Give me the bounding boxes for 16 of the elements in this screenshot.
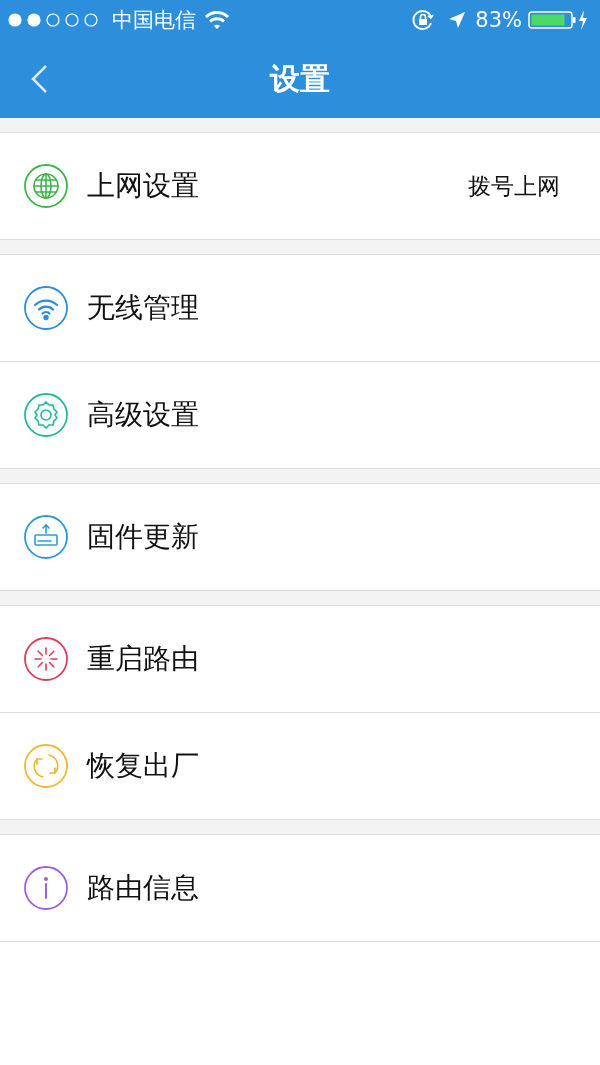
location-arrow-icon (447, 10, 468, 30)
rotation-lock-icon (411, 8, 436, 32)
row-label: 路由信息 (87, 870, 199, 906)
row-label: 固件更新 (87, 519, 199, 555)
row-label: 高级设置 (87, 397, 199, 433)
battery-charging-icon (528, 9, 590, 31)
wifi-icon (204, 10, 230, 30)
row-label: 无线管理 (87, 290, 199, 326)
row-label: 上网设置 (87, 168, 199, 204)
battery-percentage: 83% (475, 8, 522, 32)
page-title: 设置 (270, 59, 330, 98)
back-icon[interactable] (30, 64, 50, 94)
carrier-name: 中国电信 (112, 7, 196, 34)
row-label: 恢复出厂 (87, 748, 199, 784)
row-value: 拨号上网 (468, 171, 560, 201)
row-label: 重启路由 (87, 641, 199, 677)
